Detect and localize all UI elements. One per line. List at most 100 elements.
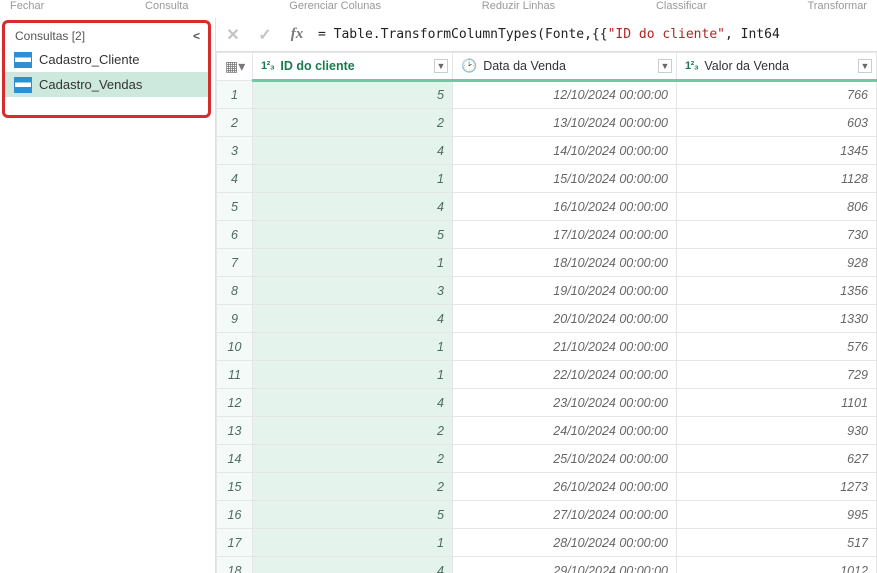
date-cell[interactable]: 23/10/2024 00:00:00 — [453, 389, 677, 417]
id-cell[interactable]: 5 — [253, 81, 453, 109]
id-cell[interactable]: 1 — [253, 165, 453, 193]
date-cell[interactable]: 19/10/2024 00:00:00 — [453, 277, 677, 305]
table-row[interactable]: 1512/10/2024 00:00:00766 — [217, 81, 877, 109]
id-cell[interactable]: 4 — [253, 193, 453, 221]
row-number-cell[interactable]: 9 — [217, 305, 253, 333]
id-cell[interactable]: 1 — [253, 529, 453, 557]
row-number-cell[interactable]: 3 — [217, 137, 253, 165]
table-row[interactable]: 7118/10/2024 00:00:00928 — [217, 249, 877, 277]
column-filter-dropdown[interactable]: ▼ — [858, 59, 872, 73]
id-cell[interactable]: 1 — [253, 333, 453, 361]
row-number-cell[interactable]: 18 — [217, 557, 253, 573]
date-cell[interactable]: 13/10/2024 00:00:00 — [453, 109, 677, 137]
table-row[interactable]: 14225/10/2024 00:00:00627 — [217, 445, 877, 473]
table-row[interactable]: 10121/10/2024 00:00:00576 — [217, 333, 877, 361]
row-number-cell[interactable]: 1 — [217, 81, 253, 109]
id-cell[interactable]: 2 — [253, 473, 453, 501]
date-cell[interactable]: 18/10/2024 00:00:00 — [453, 249, 677, 277]
date-cell[interactable]: 22/10/2024 00:00:00 — [453, 361, 677, 389]
id-cell[interactable]: 4 — [253, 389, 453, 417]
id-cell[interactable]: 1 — [253, 249, 453, 277]
valor-cell[interactable]: 1012 — [677, 557, 877, 573]
valor-cell[interactable]: 627 — [677, 445, 877, 473]
table-row[interactable]: 17128/10/2024 00:00:00517 — [217, 529, 877, 557]
table-row[interactable]: 6517/10/2024 00:00:00730 — [217, 221, 877, 249]
date-cell[interactable]: 21/10/2024 00:00:00 — [453, 333, 677, 361]
fx-icon[interactable]: fx — [286, 24, 308, 46]
table-row[interactable]: 3414/10/2024 00:00:001345 — [217, 137, 877, 165]
id-cell[interactable]: 4 — [253, 305, 453, 333]
date-cell[interactable]: 17/10/2024 00:00:00 — [453, 221, 677, 249]
row-number-cell[interactable]: 15 — [217, 473, 253, 501]
column-filter-dropdown[interactable]: ▼ — [434, 59, 448, 73]
id-cell[interactable]: 3 — [253, 277, 453, 305]
date-cell[interactable]: 25/10/2024 00:00:00 — [453, 445, 677, 473]
column-header-valor[interactable]: 1²₃ Valor da Venda ▼ — [677, 53, 877, 81]
valor-cell[interactable]: 730 — [677, 221, 877, 249]
valor-cell[interactable]: 806 — [677, 193, 877, 221]
formula-input[interactable]: = Table.TransformColumnTypes(Fonte,{{"ID… — [318, 27, 780, 42]
id-cell[interactable]: 1 — [253, 361, 453, 389]
query-item-cadastro-vendas[interactable]: Cadastro_Vendas — [5, 72, 208, 97]
table-row[interactable]: 4115/10/2024 00:00:001128 — [217, 165, 877, 193]
row-number-cell[interactable]: 6 — [217, 221, 253, 249]
id-cell[interactable]: 2 — [253, 417, 453, 445]
date-cell[interactable]: 12/10/2024 00:00:00 — [453, 81, 677, 109]
row-number-cell[interactable]: 4 — [217, 165, 253, 193]
row-number-cell[interactable]: 5 — [217, 193, 253, 221]
column-filter-dropdown[interactable]: ▼ — [658, 59, 672, 73]
row-number-cell[interactable]: 12 — [217, 389, 253, 417]
valor-cell[interactable]: 1345 — [677, 137, 877, 165]
confirm-formula-button[interactable]: ✓ — [254, 24, 276, 46]
row-number-cell[interactable]: 14 — [217, 445, 253, 473]
table-row[interactable]: 8319/10/2024 00:00:001356 — [217, 277, 877, 305]
query-item-cadastro-cliente[interactable]: Cadastro_Cliente — [5, 47, 208, 72]
row-number-cell[interactable]: 16 — [217, 501, 253, 529]
row-number-cell[interactable]: 13 — [217, 417, 253, 445]
date-cell[interactable]: 16/10/2024 00:00:00 — [453, 193, 677, 221]
date-cell[interactable]: 27/10/2024 00:00:00 — [453, 501, 677, 529]
id-cell[interactable]: 2 — [253, 109, 453, 137]
valor-cell[interactable]: 517 — [677, 529, 877, 557]
valor-cell[interactable]: 603 — [677, 109, 877, 137]
cancel-formula-button[interactable]: ✕ — [222, 24, 244, 46]
table-row[interactable]: 5416/10/2024 00:00:00806 — [217, 193, 877, 221]
id-cell[interactable]: 4 — [253, 137, 453, 165]
valor-cell[interactable]: 1273 — [677, 473, 877, 501]
table-row[interactable]: 16527/10/2024 00:00:00995 — [217, 501, 877, 529]
date-cell[interactable]: 28/10/2024 00:00:00 — [453, 529, 677, 557]
date-cell[interactable]: 29/10/2024 00:00:00 — [453, 557, 677, 573]
row-number-cell[interactable]: 11 — [217, 361, 253, 389]
valor-cell[interactable]: 1330 — [677, 305, 877, 333]
date-cell[interactable]: 20/10/2024 00:00:00 — [453, 305, 677, 333]
date-cell[interactable]: 24/10/2024 00:00:00 — [453, 417, 677, 445]
id-cell[interactable]: 2 — [253, 445, 453, 473]
id-cell[interactable]: 5 — [253, 501, 453, 529]
column-header-id[interactable]: 1²₃ ID do cliente ▼ — [253, 53, 453, 81]
valor-cell[interactable]: 576 — [677, 333, 877, 361]
column-header-date[interactable]: 🕑 Data da Venda ▼ — [453, 53, 677, 81]
table-row[interactable]: 12423/10/2024 00:00:001101 — [217, 389, 877, 417]
valor-cell[interactable]: 995 — [677, 501, 877, 529]
table-row[interactable]: 15226/10/2024 00:00:001273 — [217, 473, 877, 501]
date-cell[interactable]: 15/10/2024 00:00:00 — [453, 165, 677, 193]
row-number-cell[interactable]: 10 — [217, 333, 253, 361]
valor-cell[interactable]: 1128 — [677, 165, 877, 193]
valor-cell[interactable]: 1101 — [677, 389, 877, 417]
table-row[interactable]: 18429/10/2024 00:00:001012 — [217, 557, 877, 573]
valor-cell[interactable]: 766 — [677, 81, 877, 109]
valor-cell[interactable]: 1356 — [677, 277, 877, 305]
table-row[interactable]: 13224/10/2024 00:00:00930 — [217, 417, 877, 445]
valor-cell[interactable]: 930 — [677, 417, 877, 445]
table-row[interactable]: 9420/10/2024 00:00:001330 — [217, 305, 877, 333]
valor-cell[interactable]: 928 — [677, 249, 877, 277]
row-number-cell[interactable]: 7 — [217, 249, 253, 277]
row-number-cell[interactable]: 8 — [217, 277, 253, 305]
row-number-cell[interactable]: 2 — [217, 109, 253, 137]
valor-cell[interactable]: 729 — [677, 361, 877, 389]
collapse-queries-icon[interactable]: < — [193, 29, 200, 43]
date-cell[interactable]: 26/10/2024 00:00:00 — [453, 473, 677, 501]
select-all-cell[interactable]: ▦▾ — [217, 53, 253, 81]
table-row[interactable]: 2213/10/2024 00:00:00603 — [217, 109, 877, 137]
date-cell[interactable]: 14/10/2024 00:00:00 — [453, 137, 677, 165]
